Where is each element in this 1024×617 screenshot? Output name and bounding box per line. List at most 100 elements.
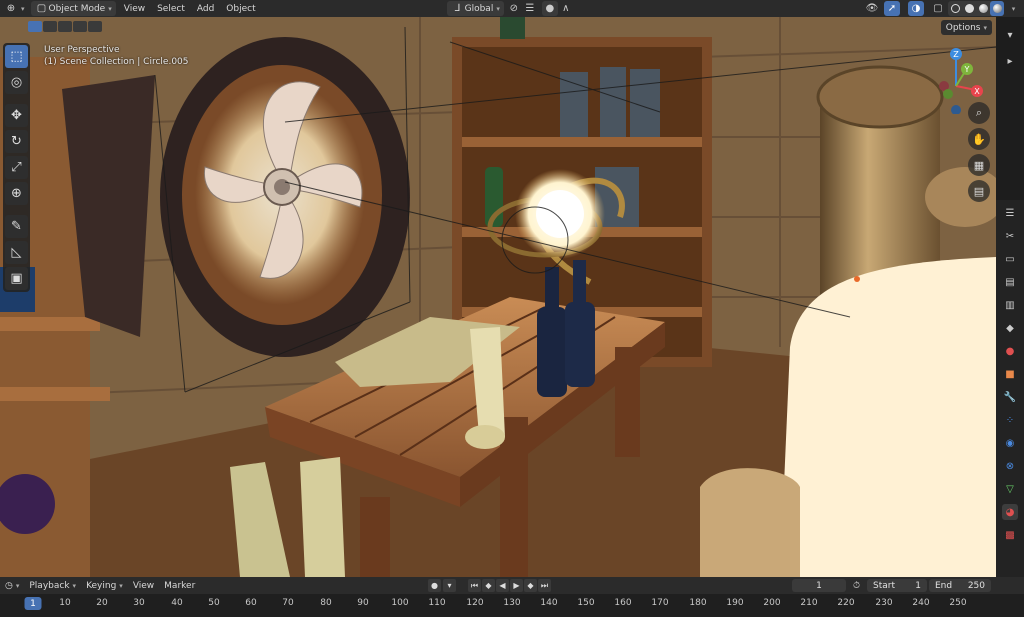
particles-tab-icon[interactable]: ⁘ [1002,412,1018,428]
end-value: 250 [967,580,985,591]
select-extend-button[interactable] [43,21,57,32]
xray-toggle[interactable]: ▢ [930,1,946,16]
select-invert-button[interactable] [73,21,87,32]
cursor-icon: ◎ [10,75,23,90]
pan-button[interactable]: ✋ [968,128,990,150]
snap-toggle[interactable]: ● [541,1,558,16]
ruler-tick: 230 [875,598,893,608]
scene-tab-icon[interactable]: ◆ [1002,320,1018,336]
menu-select[interactable]: Select [151,1,191,16]
select-new-button[interactable] [28,21,42,32]
overlay-toggle[interactable]: ◑ [908,1,924,16]
start-label: Start [873,580,895,591]
menu-view[interactable]: View [118,1,151,16]
constraints-tab-icon[interactable]: ⊗ [1002,458,1018,474]
solid-shading-button[interactable] [962,1,976,16]
next-keyframe-button[interactable]: ◆ [524,579,537,592]
end-frame-field[interactable]: End 250 [929,579,991,592]
perspective-toggle-button[interactable]: ▤ [968,180,990,202]
wireframe-shading-button[interactable] [948,1,962,16]
move-icon: ✥ [11,108,22,123]
keying-menu[interactable]: Keying ▾ [81,578,128,593]
visibility-dropdown[interactable]: 👁 [864,1,880,16]
play-reverse-button[interactable]: ◀ [496,579,509,592]
physics-tab-icon[interactable]: ◉ [1002,435,1018,451]
eye-icon: 👁 [865,3,879,14]
frame-ruler[interactable]: 1 10 20 30 40 50 60 70 80 90 100 110 120… [0,594,1024,617]
jump-end-button[interactable]: ⏭ [538,579,551,592]
proportional-edit-button[interactable]: ∧ [558,1,574,16]
prev-keyframe-button[interactable]: ◆ [482,579,495,592]
move-tool[interactable]: ✥ [5,104,28,127]
output-tab-icon[interactable]: ▤ [1002,274,1018,290]
current-frame-value: 1 [816,580,822,591]
mode-label: Object Mode [48,3,106,14]
current-frame-field[interactable]: 1 [792,579,846,592]
editor-type-button[interactable]: ⊕ ▾ [0,1,29,16]
playback-menu[interactable]: Playback ▾ [24,578,81,593]
start-frame-field[interactable]: Start 1 [867,579,927,592]
measure-tool[interactable]: ◺ [5,241,28,264]
pivot-button[interactable]: ⊘ [506,1,522,16]
select-intersect-button[interactable] [88,21,102,32]
timeline-editor-button[interactable]: ◷ ▾ [0,578,24,593]
rotate-tool[interactable]: ↻ [5,130,28,153]
snap-dropdown[interactable]: ☰ [522,1,538,16]
select-subtract-button[interactable] [58,21,72,32]
prev-key-icon: ◆ [485,581,492,590]
scale-tool[interactable]: ⤢ [5,156,28,179]
marker-menu[interactable]: Marker [159,578,200,593]
menu-object[interactable]: Object [220,1,261,16]
annotate-tool[interactable]: ✎ [5,215,28,238]
zoom-button[interactable]: ⌕ [968,102,990,124]
add-cube-tool[interactable]: ▣ [5,267,28,290]
filter-icon[interactable]: ▾ [1002,27,1018,43]
ruler-tick: 190 [726,598,744,608]
measure-icon: ◺ [11,245,22,260]
material-shading-button[interactable] [976,1,990,16]
jump-start-button[interactable]: ⏮ [468,579,481,592]
3d-viewport[interactable]: User Perspective (1) Scene Collection | … [0,17,996,577]
jump-end-icon: ⏭ [540,580,549,590]
chevron-down-icon: ▾ [447,581,452,590]
select-box-tool[interactable]: ⬚ [5,45,28,68]
editor-type-icon[interactable]: ☰ [1002,205,1018,221]
properties-strip: ▾ ▸ ☰ ✂ ▭ ▤ ▥ ◆ ● ■ 🔧 ⁘ ◉ ⊗ ▽ ◕ ▩ [996,17,1024,577]
ruler-tick: 30 [133,598,145,608]
world-tab-icon[interactable]: ● [1002,343,1018,359]
view-menu[interactable]: View [128,578,159,593]
ruler-tick: 200 [763,598,781,608]
render-tab-icon[interactable]: ▭ [1002,251,1018,267]
cursor-tool[interactable]: ◎ [5,71,28,94]
play-button[interactable]: ▶ [510,579,523,592]
texture-tab-icon[interactable]: ▩ [1002,527,1018,543]
view-layer-tab-icon[interactable]: ▥ [1002,297,1018,313]
ruler-tick: 160 [614,598,632,608]
gizmo-toggle[interactable]: ➚ [884,1,900,16]
perspective-label: User Perspective [44,45,120,55]
tool-tab-icon[interactable]: ✂ [1002,228,1018,244]
use-preview-range-button[interactable]: ⏱ [848,578,865,593]
material-tab-icon[interactable]: ◕ [1002,504,1018,520]
options-dropdown[interactable]: Options ▾ [940,20,992,35]
object-tab-icon[interactable]: ■ [1002,366,1018,382]
mode-dropdown[interactable]: ▢ Object Mode ▾ [30,1,116,16]
rendered-shading-button[interactable] [990,1,1004,16]
ruler-tick: 10 [59,598,71,608]
data-tab-icon[interactable]: ▽ [1002,481,1018,497]
select-box-icon: ⬚ [10,49,23,64]
shading-options-dropdown[interactable]: ▾ [1004,1,1020,16]
modifier-tab-icon[interactable]: 🔧 [1002,389,1018,405]
scroll-icon[interactable]: ▸ [1002,53,1018,69]
ruler-tick: 150 [577,598,595,608]
keyframe-type-button[interactable]: ▾ [443,579,456,592]
orientation-dropdown[interactable]: ⅃ Global ▾ [446,1,504,16]
camera-view-button[interactable]: ▦ [968,154,990,176]
transform-tool[interactable]: ⊕ [5,182,28,205]
ruler-tick: 120 [466,598,484,608]
menu-add[interactable]: Add [191,1,220,16]
playhead-frame[interactable]: 1 [24,597,42,610]
record-button[interactable]: ● [428,579,441,592]
xray-icon: ▢ [933,3,943,14]
globe-axes-icon: ⊕ [6,3,16,14]
